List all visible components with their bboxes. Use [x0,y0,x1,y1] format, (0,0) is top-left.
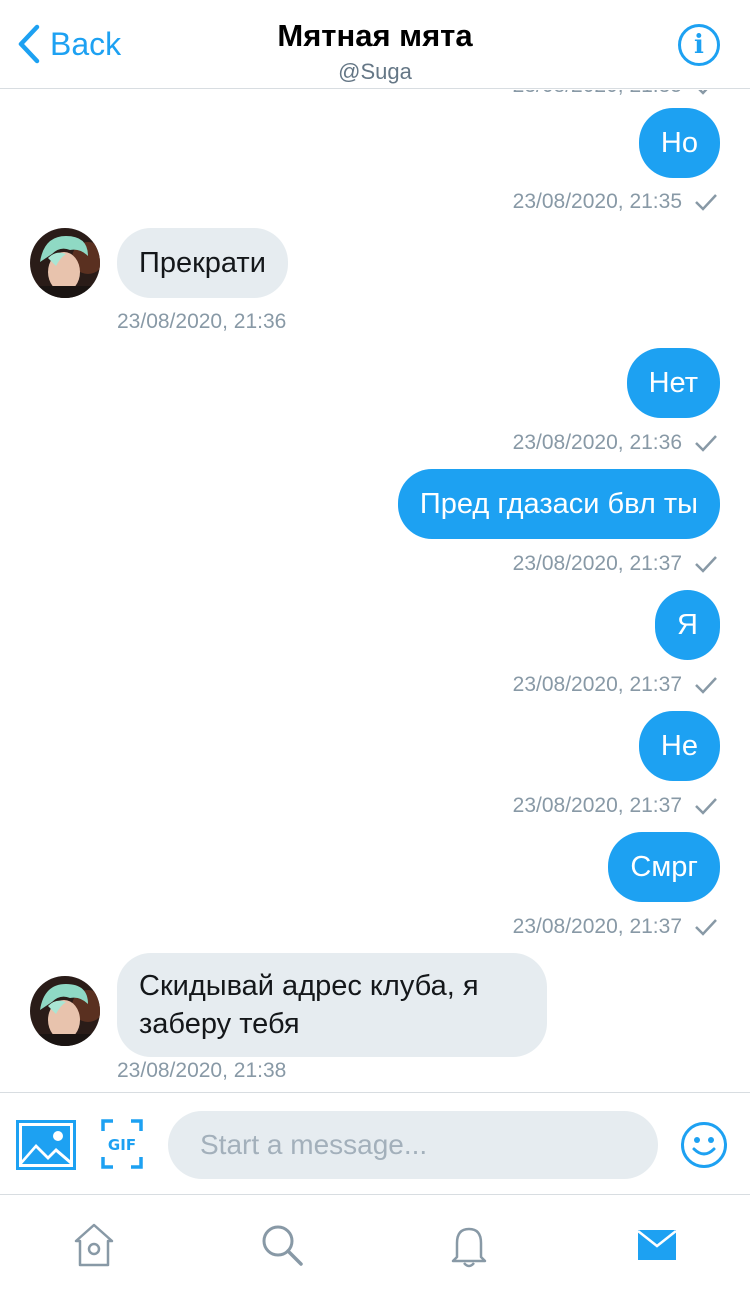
message-timestamp: 23/08/2020, 21:37 [513,552,718,576]
checkmark-icon [695,677,717,694]
checkmark-icon [695,194,717,211]
outgoing-message[interactable]: Но [638,108,720,178]
avatar[interactable] [30,976,100,1046]
checkmark-icon [698,90,708,95]
conversation-header: Back Мятная мята @Suga i [0,0,750,89]
info-icon: i [694,30,704,60]
checkmark-icon [695,435,717,452]
message-composer: GIF [0,1092,750,1194]
bell-icon[interactable] [445,1221,493,1269]
message-timestamp: 23/08/2020, 21:37 [513,794,718,818]
message-list[interactable]: 23/08/2020, 21:35 Но 23/08/2020, 21:35 П… [0,90,750,1092]
checkmark-icon [695,919,717,936]
message-timestamp: 23/08/2020, 21:37 [513,915,718,939]
home-icon[interactable] [70,1221,118,1269]
svg-text:GIF: GIF [108,1136,136,1154]
incoming-message[interactable]: Скидывай адрес клуба, я заберу тебя [117,953,547,1057]
image-icon[interactable] [16,1120,76,1170]
incoming-message[interactable]: Прекрати [117,228,288,298]
outgoing-message[interactable]: Не [638,711,720,781]
message-timestamp: 23/08/2020, 21:38 [117,1059,287,1082]
checkmark-icon [695,798,717,815]
message-timestamp: 23/08/2020, 21:37 [513,673,718,697]
outgoing-message[interactable]: Нет [626,348,720,418]
mail-icon[interactable] [633,1221,681,1269]
conversation-handle: @Suga [338,59,412,84]
outgoing-message[interactable]: Я [655,590,720,660]
avatar[interactable] [30,228,100,298]
outgoing-message[interactable]: Смрг [608,832,720,902]
avatar-image [30,228,100,298]
message-timestamp: 23/08/2020, 21:36 [117,310,287,333]
conversation-title: Мятная мята [277,18,473,53]
gif-icon[interactable]: GIF [101,1119,143,1169]
info-button[interactable]: i [678,24,720,66]
avatar-image [30,976,100,1046]
bottom-tab-bar [0,1194,750,1294]
message-timestamp: 23/08/2020, 21:35 [513,190,718,214]
search-icon[interactable] [258,1221,306,1269]
message-timestamp: 23/08/2020, 21:36 [513,431,718,455]
smiley-icon[interactable] [680,1121,728,1169]
outgoing-message[interactable]: Пред гдазаси бвл ты [397,469,720,539]
message-input[interactable] [168,1111,658,1179]
checkmark-icon [695,556,717,573]
message-timestamp: 23/08/2020, 21:35 [513,90,718,98]
